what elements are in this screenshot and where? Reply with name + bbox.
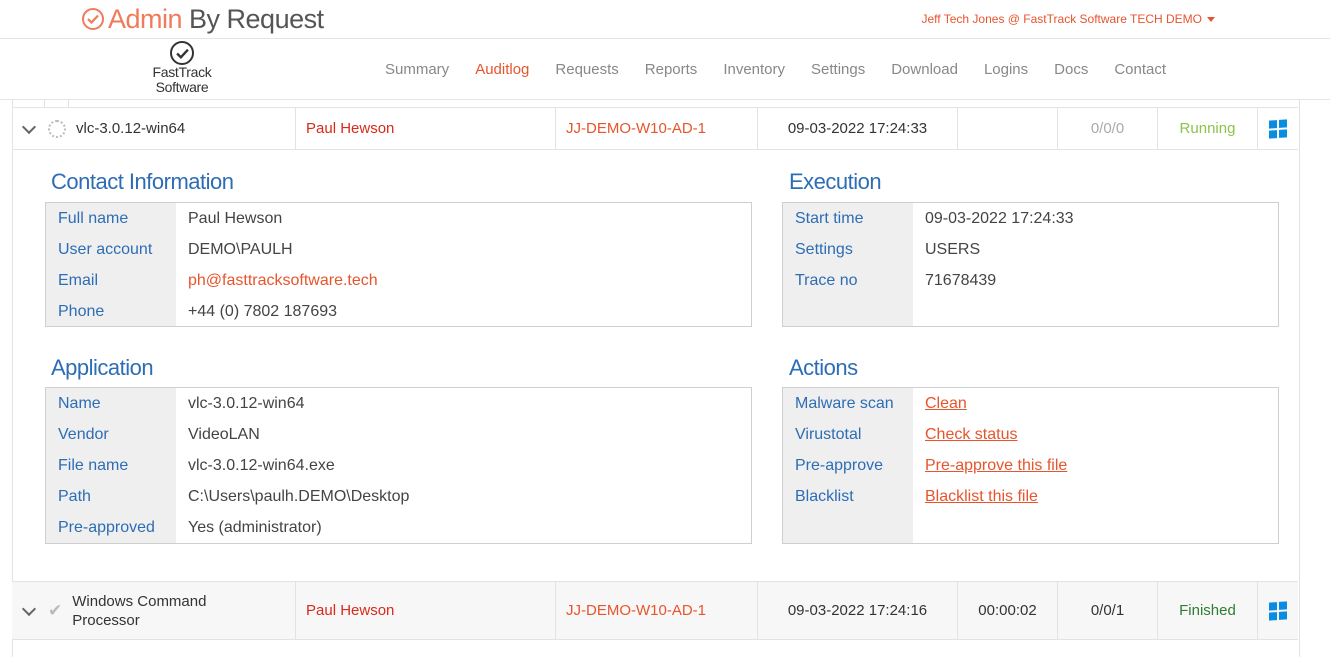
spinner-icon — [48, 119, 66, 138]
blacklist-link[interactable]: Blacklist this file — [913, 488, 1038, 506]
time-value: 09-03-2022 17:24:33 — [787, 120, 928, 137]
company-logo-line2: Software — [155, 79, 209, 95]
actions-row: Blacklist Blacklist this file — [795, 487, 1038, 506]
user-link[interactable]: Paul Hewson — [306, 120, 394, 137]
contact-information-title: Contact Information — [51, 169, 234, 194]
time-cell: 09-03-2022 17:24:33 — [757, 108, 957, 149]
malware-scan-link[interactable]: Clean — [913, 395, 967, 413]
contact-information-panel: Full name Paul Hewson User account DEMO\PA… — [45, 202, 752, 327]
company-logo-line1: FastTrack — [152, 64, 212, 80]
execution-row: Start time 09-03-2022 17:24:33 — [795, 209, 1074, 227]
nav-download[interactable]: Download — [891, 61, 958, 78]
execution-panel: Start time 09-03-2022 17:24:33 Settings US… — [782, 202, 1279, 327]
check-status-link[interactable]: Check status — [913, 426, 1017, 444]
nav-summary[interactable]: Summary — [385, 61, 449, 78]
company-logo: FastTrack Software — [148, 39, 216, 95]
computer-link[interactable]: JJ-DEMO-W10-AD-1 — [566, 120, 706, 137]
brand-admin: Admin — [108, 3, 183, 34]
execution-row: Trace no 71678439 — [795, 271, 997, 289]
nav-auditlog[interactable]: Auditlog — [475, 61, 529, 78]
application-row: Vendor VideoLAN — [58, 425, 260, 443]
application-title: Application — [51, 355, 154, 380]
chevron-down-icon[interactable] — [21, 601, 37, 616]
counts-value: 0/0/1 — [1090, 602, 1125, 619]
os-cell — [1257, 108, 1298, 149]
chevron-down-icon[interactable] — [21, 119, 37, 134]
application-row: Name vlc-3.0.12-win64 — [58, 394, 305, 412]
nav-settings[interactable]: Settings — [811, 61, 865, 78]
nav-requests[interactable]: Requests — [555, 61, 618, 78]
contact-row: Phone +44 (0) 7802 187693 — [58, 302, 338, 320]
app-cell: vlc-3.0.12-win64 — [12, 108, 295, 149]
actions-panel: Malware scan Clean Virustotal Check status… — [782, 387, 1279, 544]
application-panel: Name vlc-3.0.12-win64 Vendor VideoLAN File… — [45, 387, 752, 544]
actions-row: Pre-approve Pre-approve this file — [795, 456, 1068, 475]
computer-link[interactable]: JJ-DEMO-W10-AD-1 — [566, 602, 706, 619]
nav-inventory[interactable]: Inventory — [723, 61, 785, 78]
nav-docs[interactable]: Docs — [1054, 61, 1088, 78]
table-row[interactable]: ✔ Windows Command Processor Paul Hewson … — [12, 581, 1298, 640]
email-link[interactable]: ph@fasttracksoftware.tech — [176, 272, 378, 290]
check-circle-icon — [170, 41, 194, 65]
computer-cell: JJ-DEMO-W10-AD-1 — [555, 108, 757, 149]
execution-row: Settings USERS — [795, 240, 981, 258]
windows-icon — [1269, 118, 1287, 139]
duration-cell — [957, 108, 1057, 149]
status-badge: Running — [1179, 120, 1236, 137]
top-bar: Admin By Request Jeff Tech Jones @ FastT… — [0, 0, 1330, 39]
duration-cell: 00:00:02 — [957, 582, 1057, 639]
actions-row: Malware scan Clean — [795, 394, 967, 413]
windows-icon — [1269, 600, 1287, 621]
checkmark-icon: ✔ — [48, 600, 63, 620]
time-cell: 09-03-2022 17:24:16 — [757, 582, 957, 639]
contact-row: Full name Paul Hewson — [58, 209, 283, 227]
status-cell: Finished — [1157, 582, 1257, 639]
user-cell: Paul Hewson — [295, 582, 555, 639]
nav-bar: FastTrack Software Summary Auditlog Requ… — [0, 39, 1330, 100]
duration-value: 00:00:02 — [978, 602, 1037, 619]
os-cell — [1257, 582, 1298, 639]
app-cell: ✔ Windows Command Processor — [12, 582, 295, 639]
application-row: Path C:\Users\paulh.DEMO\Desktop — [58, 487, 410, 505]
main-nav: Summary Auditlog Requests Reports Invent… — [372, 61, 1179, 78]
time-value: 09-03-2022 17:24:16 — [787, 602, 928, 619]
caret-down-icon — [1207, 17, 1215, 23]
counts-value: 0/0/0 — [1090, 120, 1125, 137]
check-circle-icon — [82, 8, 104, 30]
application-row: Pre-approved Yes (administrator) — [58, 518, 322, 536]
actions-row: Virustotal Check status — [795, 425, 1018, 444]
status-cell: Running — [1157, 108, 1257, 149]
app-name: vlc-3.0.12-win64 — [76, 120, 186, 137]
user-link[interactable]: Paul Hewson — [306, 602, 394, 619]
user-menu-label: Jeff Tech Jones @ FastTrack Software TEC… — [921, 12, 1203, 26]
user-cell: Paul Hewson — [295, 108, 555, 149]
nav-reports[interactable]: Reports — [645, 61, 698, 78]
execution-title: Execution — [789, 169, 882, 194]
contact-row: Email ph@fasttracksoftware.tech — [58, 271, 378, 290]
nav-logins[interactable]: Logins — [984, 61, 1028, 78]
user-menu[interactable]: Jeff Tech Jones @ FastTrack Software TEC… — [921, 12, 1215, 26]
nav-contact[interactable]: Contact — [1114, 61, 1166, 78]
contact-row: User account DEMO\PAULH — [58, 240, 293, 258]
pre-approve-link[interactable]: Pre-approve this file — [913, 457, 1067, 475]
brand-logo[interactable]: Admin By Request — [82, 3, 324, 35]
brand-by-request: By Request — [189, 3, 324, 34]
app-name: Windows Command Processor — [72, 592, 207, 629]
computer-cell: JJ-DEMO-W10-AD-1 — [555, 582, 757, 639]
table-row[interactable]: vlc-3.0.12-win64 Paul Hewson JJ-DEMO-W10… — [12, 107, 1298, 150]
status-badge: Finished — [1179, 602, 1236, 619]
counts-cell: 0/0/0 — [1057, 108, 1157, 149]
actions-title: Actions — [789, 355, 858, 380]
counts-cell: 0/0/1 — [1057, 582, 1157, 639]
application-row: File name vlc-3.0.12-win64.exe — [58, 456, 335, 474]
